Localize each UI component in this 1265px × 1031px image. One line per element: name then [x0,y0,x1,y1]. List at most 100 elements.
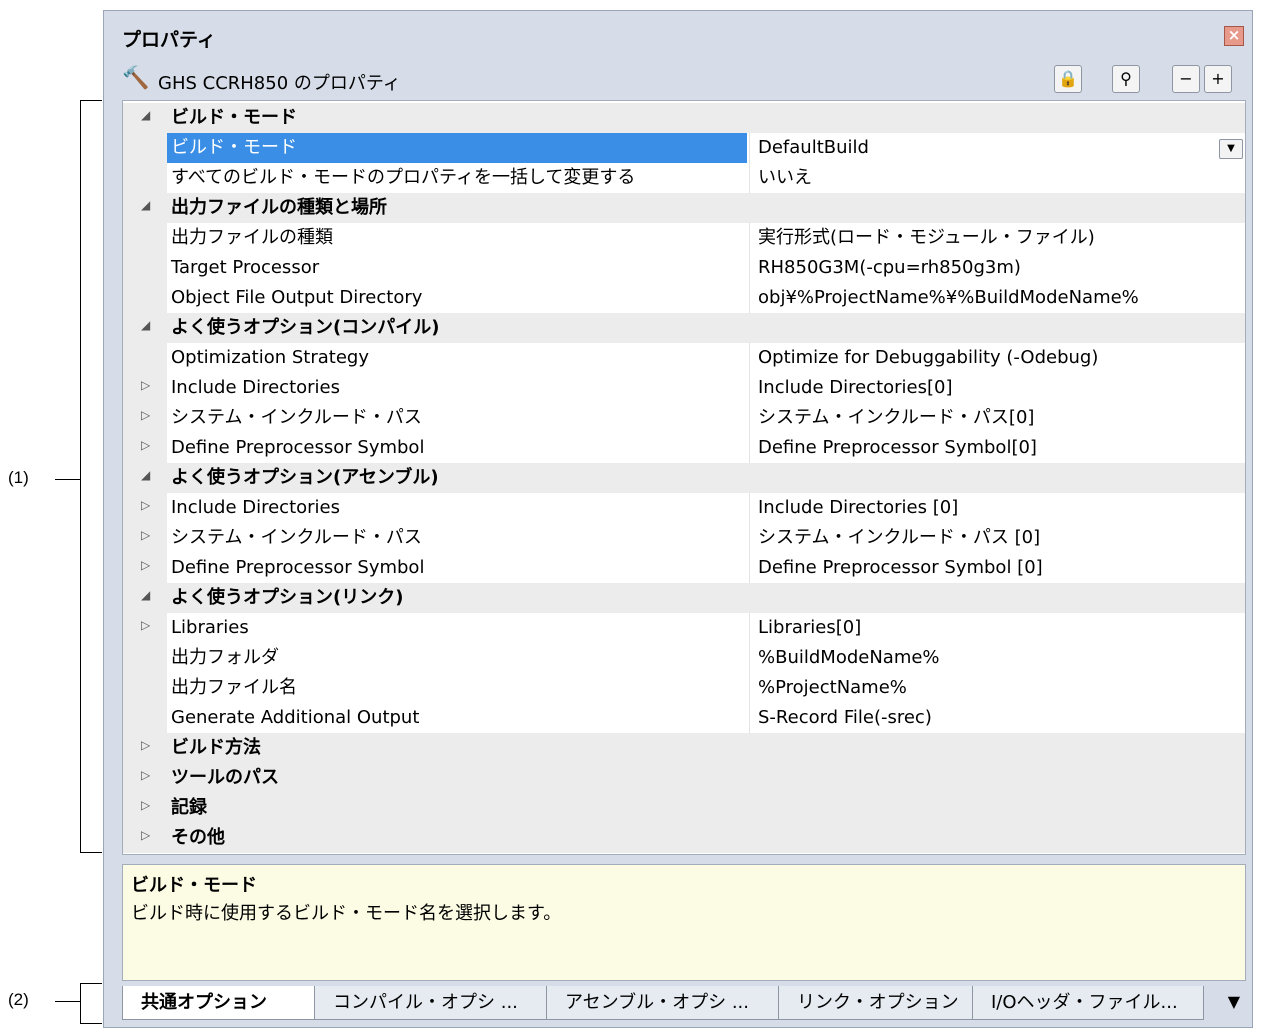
collapsed-arrow-icon[interactable]: ▷ [141,738,150,752]
expanded-arrow-icon[interactable]: ◢ [141,588,150,602]
property-name: ビルド・モード [171,107,297,128]
property-row[interactable]: Target Processor RH850G3M(-cpu=rh850g3m) [123,253,1245,283]
property-row[interactable]: Object File Output Directory obj¥%Project… [123,283,1245,313]
property-name: 出力ファイルの種類と場所 [171,197,387,218]
expanded-arrow-icon[interactable]: ◢ [141,198,150,212]
category-row[interactable]: ▷ ビルド方法 [123,733,1245,763]
property-name: システム・インクルード・パス [171,527,422,548]
property-value[interactable]: DefaultBuild [749,133,1245,163]
property-name: 出力フォルダ [171,647,279,668]
property-value[interactable]: Define Preprocessor Symbol[0] [749,433,1245,463]
callout-bracket-2 [80,983,81,1023]
callout-bracket-1-top [80,100,102,101]
collapsed-arrow-icon[interactable]: ▷ [141,618,150,632]
property-name: Include Directories [171,497,341,518]
expanded-arrow-icon[interactable]: ◢ [141,108,150,122]
row-gutter [123,133,167,163]
property-name: 記録 [171,797,207,818]
expand-all-button[interactable]: + [1204,65,1232,93]
property-name: ビルド・モード [167,133,747,163]
collapse-all-button[interactable]: − [1172,65,1200,93]
category-row[interactable]: ◢ ビルド・モード [123,103,1245,133]
property-name: Generate Additional Output [171,707,420,728]
category-row[interactable]: ▷ その他 [123,823,1245,853]
property-row[interactable]: ▷ システム・インクルード・パス システム・インクルード・パス [0] [123,523,1245,553]
property-value[interactable]: obj¥%ProjectName%¥%BuildModeName% [749,283,1245,313]
property-name: Object File Output Directory [171,287,423,308]
property-value[interactable]: %ProjectName% [749,673,1245,703]
property-row[interactable]: ▷ Libraries Libraries[0] [123,613,1245,643]
property-name: すべてのビルド・モードのプロパティを一括して変更する [171,167,636,188]
collapsed-arrow-icon[interactable]: ▷ [141,378,150,392]
property-name: Include Directories [171,377,341,398]
row-gutter [123,343,167,373]
collapsed-arrow-icon[interactable]: ▷ [141,438,150,452]
tab-4[interactable]: I/Oヘッダ・ファイル... [972,986,1204,1020]
property-row[interactable]: ▷ Define Preprocessor Symbol Define Prepro… [123,433,1245,463]
property-row[interactable]: ▷ Include Directories Include Directories[… [123,373,1245,403]
property-value[interactable]: Include Directories[0] [749,373,1245,403]
collapsed-arrow-icon[interactable]: ▷ [141,558,150,572]
property-value[interactable]: Optimize for Debuggability (-Odebug) [749,343,1245,373]
property-name: 出力ファイルの種類 [171,227,333,248]
property-row[interactable]: ▷ システム・インクルード・パス システム・インクルード・パス[0] [123,403,1245,433]
dropdown-button[interactable]: ▼ [1219,139,1243,159]
collapsed-arrow-icon[interactable]: ▷ [141,408,150,422]
property-row[interactable]: ▷ Include Directories Include Directories … [123,493,1245,523]
lock-button[interactable]: 🔒 [1054,65,1082,93]
expanded-arrow-icon[interactable]: ◢ [141,318,150,332]
property-row[interactable]: ▷ Define Preprocessor Symbol Define Prepro… [123,553,1245,583]
tab-1[interactable]: コンパイル・オプシ ... [314,986,550,1020]
collapsed-arrow-icon[interactable]: ▷ [141,828,150,842]
property-name: システム・インクルード・パス [171,407,422,428]
category-row[interactable]: ◢ よく使うオプション(アセンブル) [123,463,1245,493]
property-row[interactable]: 出力フォルダ %BuildModeName% [123,643,1245,673]
property-row[interactable]: Optimization Strategy Optimize for Debugg… [123,343,1245,373]
category-row[interactable]: ▷ 記録 [123,793,1245,823]
callout-bracket-1-bottom [80,852,102,853]
callout-label-2: (2) [8,990,29,1009]
property-row[interactable]: ビルド・モード DefaultBuild ▼ [123,133,1245,163]
property-toolbar: 🔨 GHS CCRH850 のプロパティ 🔒 ⚲ − + [122,61,1246,99]
property-value[interactable]: いいえ [749,163,1245,193]
tab-2[interactable]: アセンブル・オプシ ... [546,986,782,1020]
property-name: Define Preprocessor Symbol [171,437,425,458]
tab-3[interactable]: リンク・オプション [778,986,976,1020]
property-row[interactable]: Generate Additional Output S-Record File(… [123,703,1245,733]
property-value[interactable]: RH850G3M(-cpu=rh850g3m) [749,253,1245,283]
property-row[interactable]: 出力ファイル名 %ProjectName% [123,673,1245,703]
expanded-arrow-icon[interactable]: ◢ [141,468,150,482]
category-row[interactable]: ▷ ツールのパス [123,763,1245,793]
panel-titlebar: プロパティ × [104,11,1252,61]
close-button[interactable]: × [1224,26,1244,46]
property-value[interactable]: Define Preprocessor Symbol [0] [749,553,1245,583]
tab-0[interactable]: 共通オプション [122,986,318,1020]
collapsed-arrow-icon[interactable]: ▷ [141,528,150,542]
category-row[interactable]: ◢ 出力ファイルの種類と場所 [123,193,1245,223]
collapsed-arrow-icon[interactable]: ▷ [141,498,150,512]
property-value[interactable]: Include Directories [0] [749,493,1245,523]
property-value[interactable]: S-Record File(-srec) [749,703,1245,733]
callout-bracket-1 [80,100,81,852]
callout-leader-2 [55,1001,80,1002]
category-row[interactable]: ◢ よく使うオプション(リンク) [123,583,1245,613]
category-row[interactable]: ◢ よく使うオプション(コンパイル) [123,313,1245,343]
property-value[interactable]: %BuildModeName% [749,643,1245,673]
property-row[interactable]: 出力ファイルの種類 実行形式(ロード・モジュール・ファイル) [123,223,1245,253]
property-value[interactable]: Libraries[0] [749,613,1245,643]
property-name: Libraries [171,617,249,638]
property-name: 出力ファイル名 [171,677,297,698]
property-value[interactable]: 実行形式(ロード・モジュール・ファイル) [749,223,1245,253]
collapsed-arrow-icon[interactable]: ▷ [141,768,150,782]
tab-overflow-icon[interactable]: ▼ [1228,992,1240,1011]
property-row[interactable]: すべてのビルド・モードのプロパティを一括して変更する いいえ [123,163,1245,193]
property-value[interactable]: システム・インクルード・パス[0] [749,403,1245,433]
property-value[interactable]: システム・インクルード・パス [0] [749,523,1245,553]
property-name: Define Preprocessor Symbol [171,557,425,578]
property-name: よく使うオプション(アセンブル) [171,467,439,488]
property-name: その他 [171,827,225,848]
collapsed-arrow-icon[interactable]: ▷ [141,798,150,812]
hammer-icon: 🔨 [122,66,150,91]
search-button[interactable]: ⚲ [1112,65,1140,93]
description-text: ビルド時に使用するビルド・モード名を選択します。 [131,903,562,924]
